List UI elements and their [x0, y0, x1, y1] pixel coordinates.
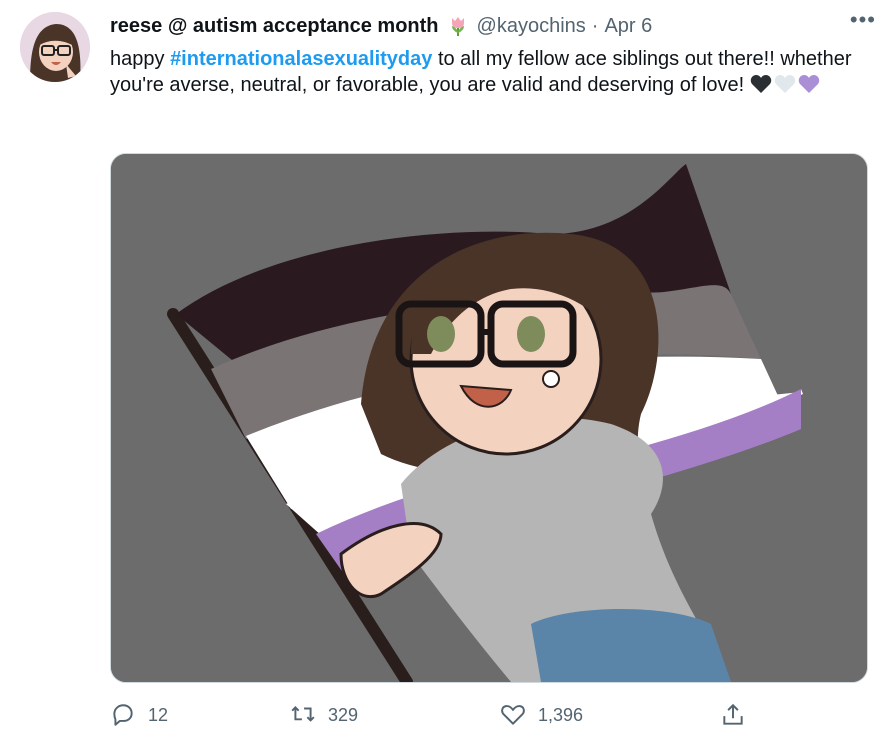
share-icon — [723, 703, 743, 725]
tweet-date[interactable]: Apr 6 — [604, 15, 652, 38]
user-handle[interactable]: @kayochins — [477, 15, 586, 38]
tulip-emoji-icon — [451, 17, 464, 36]
tweet-text-start: happy — [110, 48, 171, 70]
like-count: 1,396 — [538, 704, 584, 725]
reply-button[interactable]: 12 — [110, 702, 168, 728]
purple-heart-icon — [798, 75, 819, 93]
reply-icon — [113, 704, 133, 726]
display-name[interactable]: reese @ autism acceptance month — [110, 15, 439, 38]
more-options-icon[interactable]: ••• — [850, 9, 876, 31]
heart-icon — [501, 705, 525, 725]
retweet-button[interactable]: 329 — [290, 702, 358, 728]
tweet-actions: 12 329 1,396 — [110, 700, 760, 730]
reply-count: 12 — [148, 704, 169, 725]
header-separator: · — [591, 14, 599, 37]
tweet-header: reese @ autism acceptance month @kayochi… — [110, 12, 874, 40]
tweet-text: happy #internationalasexualityday to all… — [110, 46, 870, 98]
ace-flag-illustration — [111, 154, 867, 682]
avatar[interactable] — [20, 12, 90, 82]
black-heart-icon — [750, 75, 771, 93]
share-button[interactable] — [720, 702, 746, 728]
tweet-media-image[interactable] — [110, 153, 868, 683]
retweet-icon — [291, 706, 315, 722]
retweet-count: 329 — [328, 704, 359, 725]
like-button[interactable]: 1,396 — [500, 702, 583, 728]
hashtag-link[interactable]: #internationalasexualityday — [170, 48, 432, 70]
white-heart-icon — [774, 75, 795, 93]
avatar-illustration — [20, 12, 90, 82]
